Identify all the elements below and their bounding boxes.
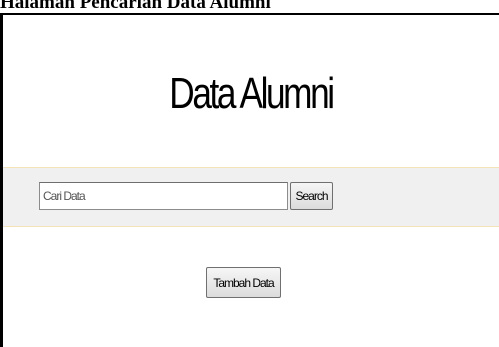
search-bar: Search xyxy=(3,167,499,227)
add-data-button[interactable]: Tambah Data xyxy=(206,267,281,298)
search-input[interactable] xyxy=(39,182,288,210)
page-title: Data Alumni xyxy=(169,69,335,119)
search-button[interactable]: Search xyxy=(290,182,333,210)
browser-page: Data Alumni Search Tambah Data xyxy=(0,13,499,347)
